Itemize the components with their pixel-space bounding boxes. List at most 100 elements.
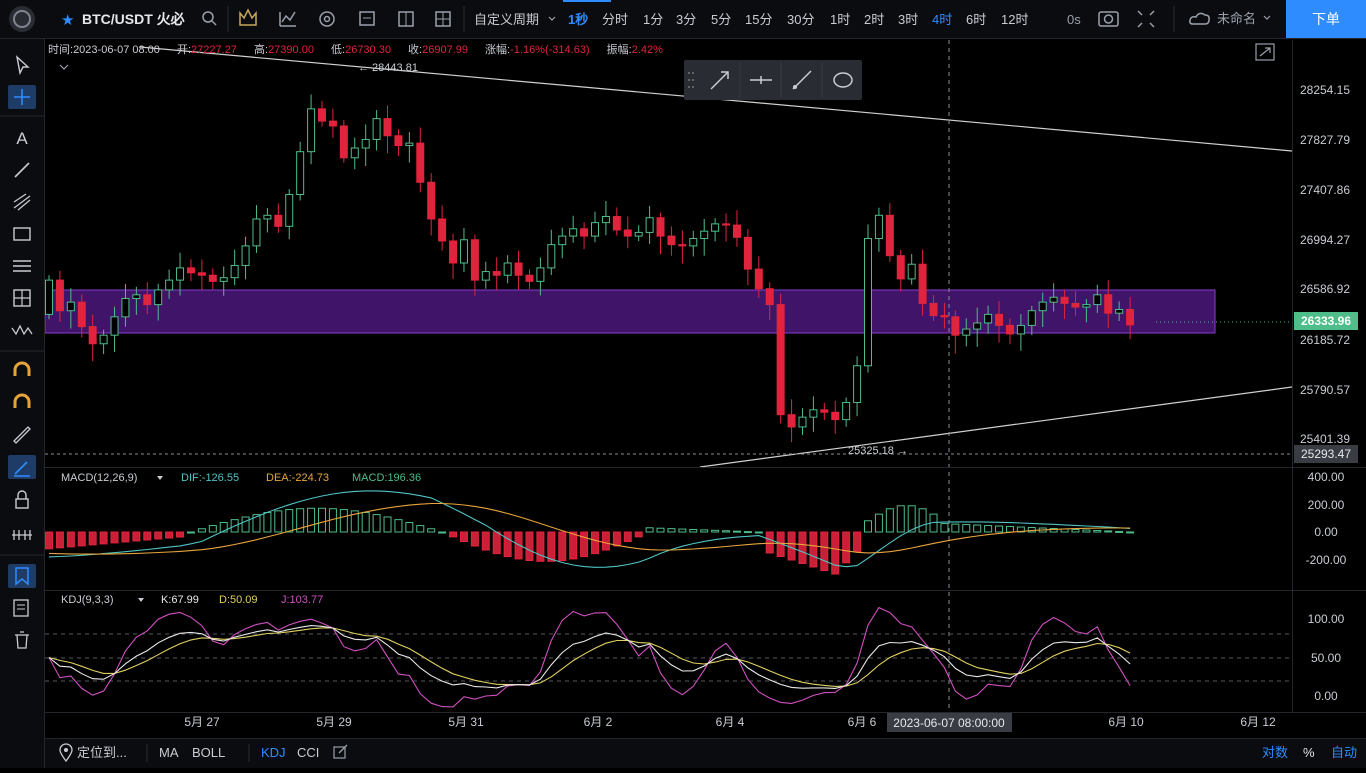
macd-bar [492,531,501,555]
amplitude-value: 2.42% [632,44,663,56]
svg-text:A: A [16,129,28,148]
change-value: -1.16%(-314.63) [510,44,590,56]
candle-body [514,262,523,276]
macd-title[interactable]: MACD(12,26,9) [61,472,137,484]
candle-body [853,365,862,403]
macd-bar [798,531,807,564]
candle-body [88,326,97,345]
macd-bar [831,531,840,575]
kdj-title[interactable]: KDJ(9,3,3) [61,594,114,606]
bookmark-icon[interactable] [8,564,36,588]
interval-6[interactable]: 30分 [787,12,814,27]
interval-3[interactable]: 3分 [676,12,696,27]
candle-body [66,301,75,312]
macd-bar [1126,531,1135,534]
macd-bar [547,531,556,562]
candle-body [580,228,589,237]
candle-body [831,411,840,421]
interval-4[interactable]: 5分 [711,12,731,27]
price-tick-label: 25790.57 [1300,383,1350,397]
time-tick-label: 5月 31 [448,715,484,729]
time-tick-label: 6月 12 [1240,715,1276,729]
pen-icon[interactable] [8,455,36,479]
candle-body [176,267,185,281]
custom-period-dropdown[interactable]: 自定义周期 [474,12,539,27]
candle-body [241,245,250,266]
candle-body [350,147,359,159]
macd-bar [121,531,130,543]
locate-button[interactable]: 定位到... [77,745,127,760]
candle-body [547,244,556,269]
candle-body [143,294,152,306]
interval-0[interactable]: 1秒 [568,12,588,27]
interval-1[interactable]: 分时 [602,12,628,27]
active-interval-indicator [563,0,611,2]
candle-body [656,217,665,237]
macd-bar [536,531,545,562]
candle-body [459,239,468,264]
candle-body [503,262,512,276]
interval-2[interactable]: 1分 [643,12,663,27]
range-rectangle-drawing[interactable] [45,289,1216,334]
candle-body [274,214,283,227]
text-icon[interactable]: A [16,129,28,148]
indicator-toggle-cci[interactable]: CCI [297,745,319,760]
candle-body [1016,324,1025,335]
interval-7[interactable]: 1时 [830,12,850,27]
candle-body [110,316,119,336]
change-label: 涨幅: [485,43,510,56]
interval-10[interactable]: 4时 [932,12,952,27]
candle-body [285,193,294,227]
percent-scale-toggle[interactable]: % [1303,745,1315,760]
candle-body [427,181,436,220]
candle-body [820,409,829,413]
candle-body [973,322,982,330]
candle-body [907,263,916,280]
candle-body [55,279,64,312]
macd-bar [853,531,862,553]
candle-body [219,277,228,282]
interval-5[interactable]: 15分 [745,12,772,27]
layout-name[interactable]: 未命名 [1217,11,1256,26]
candle-body [1104,294,1113,314]
macd-bar [580,531,589,558]
indicator-toggle-ma[interactable]: MA [159,745,179,760]
interval-9[interactable]: 3时 [898,12,918,27]
indicator-toggle-boll[interactable]: BOLL [192,745,225,760]
candle-body [536,267,545,282]
crosshair-icon[interactable] [8,85,36,109]
price-tick-label: 26586.92 [1300,282,1350,296]
indicator-toggle-kdj[interactable]: KDJ [261,745,286,760]
macd-bar [55,531,64,549]
time-tick-label: 6月 2 [584,715,613,729]
favorite-star-icon[interactable]: ★ [61,12,74,29]
high-label: 高: [254,42,268,56]
macd-bar [481,531,490,551]
macd-bar [820,531,829,571]
candle-body [1126,308,1135,326]
symbol-name[interactable]: BTC/USDT 火必 [82,11,185,27]
floating-drawing-toolbar [684,60,862,100]
candle-body [492,271,501,276]
macd-bar [132,531,141,542]
candle-body [711,223,720,232]
candle-body [940,315,949,318]
candle-body [1093,294,1102,306]
log-scale-toggle[interactable]: 对数 [1262,745,1288,760]
candle-body [339,125,348,159]
interval-12[interactable]: 12时 [1001,12,1028,27]
interval-11[interactable]: 6时 [966,12,986,27]
candle-body [1027,310,1036,326]
close-label: 收: [408,42,422,56]
macd-bar [143,531,152,541]
macd-bar [449,531,458,538]
open-value: 27227.27 [191,44,237,56]
interval-8[interactable]: 2时 [864,12,884,27]
chart-canvas: ★ BTC/USDT 火必 自定义周期 1秒 分时 1分 3分 5分 15分 3… [0,0,1366,768]
amplitude-label: 振幅: [607,42,632,56]
candle-body [809,409,818,418]
kdj-k-value: K:67.99 [161,594,199,606]
macd-bar [110,531,119,544]
auto-scale-toggle[interactable]: 自动 [1331,745,1357,760]
macd-bar [1115,530,1124,533]
